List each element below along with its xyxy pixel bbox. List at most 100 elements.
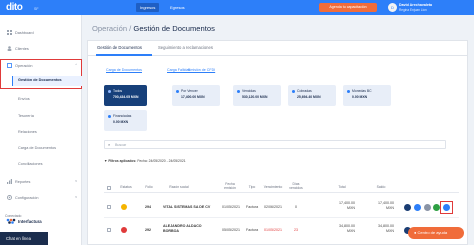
main-tabs: Gestión de Documentos Seguimiento a recl…: [88, 41, 468, 56]
search-input[interactable]: ⌕ Buscar: [104, 140, 446, 149]
row-checkbox[interactable]: [107, 228, 111, 232]
card-value: 530,120.00 MXN: [242, 95, 268, 99]
tab-ingresos[interactable]: Ingresos: [136, 3, 160, 12]
sidebar-item-gestion-documentos[interactable]: Gestión de Documentos: [18, 78, 62, 82]
alert-icon: [237, 90, 240, 93]
page-title: Gestión de Documentos: [133, 24, 215, 33]
payment-icon[interactable]: [433, 204, 440, 211]
help-center-button[interactable]: ● Centro de ayuda: [408, 227, 464, 239]
status-dot: [121, 204, 127, 210]
coin-icon: [347, 90, 350, 93]
breadcrumb-separator: /: [129, 24, 132, 33]
brand-logo-icon: [6, 218, 16, 224]
row-checkbox[interactable]: [107, 205, 111, 209]
sidebar-item-label: Dashboard: [15, 30, 34, 35]
document-icon[interactable]: [424, 204, 431, 211]
column-header-saldo[interactable]: Saldo: [373, 185, 389, 189]
cell-dias-vencidos: 0: [295, 205, 297, 209]
card-value: 25,694.40 MXN: [297, 95, 321, 99]
breadcrumb: Operación / Gestión de Documentos: [92, 24, 215, 33]
help-label: Centro de ayuda: [417, 230, 448, 235]
logo-sub: SF: [34, 7, 39, 11]
cell-vencimiento: 01/05/2021: [264, 228, 282, 232]
sidebar-item-tesoreria[interactable]: Tesorería: [18, 114, 34, 118]
cell-fecha-emision: 01/05/2021: [222, 205, 240, 209]
column-header-folio[interactable]: Folio: [142, 185, 156, 189]
active-tab-indicator: [96, 54, 152, 56]
sidebar-item-configuracion[interactable]: Configuración: [7, 195, 38, 200]
dashboard-icon: [7, 30, 12, 35]
cell-tipo: Factura: [246, 205, 259, 209]
sidebar-item-conciliaciones[interactable]: Conciliaciones: [18, 162, 42, 166]
cell-saldo: 17,400.00 MXN: [378, 201, 394, 210]
column-header-dias-vencidos[interactable]: Días vencidos: [287, 182, 305, 190]
column-header-razon-social[interactable]: Razón social: [162, 185, 196, 189]
card-label: Cobradas: [297, 89, 312, 93]
logo: dito: [6, 2, 23, 13]
sidebar-item-label: Reportes: [15, 179, 31, 184]
column-header-estatus[interactable]: Estatus: [116, 185, 136, 189]
cell-total: 17,400.00 MXN: [339, 201, 355, 210]
column-header-vencimiento[interactable]: Vencimiento: [260, 185, 286, 189]
cell-saldo: 34,800.00 MXN: [378, 224, 394, 233]
tab-gestion-documentos[interactable]: Gestión de Documentos: [97, 45, 142, 50]
status-dot: [121, 227, 127, 233]
cell-fecha-emision: 05/05/2021: [222, 228, 240, 232]
cell-vencimiento: 02/06/2021: [264, 205, 282, 209]
sidebar-item-envios[interactable]: Envíos: [18, 97, 30, 101]
chat-online-button[interactable]: Chat en línea: [0, 232, 48, 245]
column-header-fecha-emision[interactable]: Fecha emisión: [222, 182, 238, 190]
user-name[interactable]: David Arechavaleta: [399, 3, 432, 7]
send-icon[interactable]: [414, 204, 421, 211]
check-icon: [292, 90, 295, 93]
sidebar-item-carga-documentos[interactable]: Carga de Documentos: [18, 146, 56, 150]
sidebar-item-operacion[interactable]: Operación: [7, 63, 33, 68]
link-carga-documentos[interactable]: Carga de Documentos: [106, 68, 142, 72]
summary-card-financiadas[interactable]: Financiadas 0.00 MXN: [104, 110, 147, 131]
download-icon[interactable]: [404, 204, 411, 211]
column-header-tipo[interactable]: Tipo: [246, 185, 258, 189]
link-emision-cfdi[interactable]: Emisión de CFDI: [188, 68, 215, 72]
sidebar-item-relaciones[interactable]: Relaciones: [18, 130, 37, 134]
tab-egresos[interactable]: Egresos: [166, 3, 189, 12]
tab-seguimiento-reclamaciones[interactable]: Seguimiento a reclamaciones: [158, 45, 213, 50]
search-icon: ⌕: [108, 142, 111, 147]
column-header-total[interactable]: Total: [334, 185, 350, 189]
card-value: 0.00 MXN: [352, 95, 368, 99]
sidebar-item-label: Configuración: [15, 195, 39, 200]
main-panel: Gestión de Documentos Seguimiento a recl…: [87, 40, 468, 245]
breadcrumb-section[interactable]: Operación: [92, 24, 127, 33]
summary-card-por-vencer[interactable]: Por Vencer 17,400.00 MXN: [172, 85, 220, 106]
card-value: 17,400.00 MXN: [181, 95, 205, 99]
sidebar-item-label: Clientes: [15, 46, 29, 51]
cell-razon-social: ALEJANDRO ALDACO BORBOA: [163, 224, 202, 233]
summary-card-todos[interactable]: Todos 700,434.05 MXN: [104, 85, 147, 106]
select-all-checkbox[interactable]: [107, 186, 111, 190]
link-carga-fallidas[interactable]: Carga Fallidas: [167, 68, 190, 72]
list-icon: [108, 90, 111, 93]
card-label: Vencidas: [242, 89, 256, 93]
money-icon: [108, 115, 111, 118]
operation-icon: [7, 63, 12, 68]
summary-card-cobradas[interactable]: Cobradas 25,694.40 MXN: [288, 85, 336, 106]
card-label: Monedas BC: [352, 89, 372, 93]
sidebar-item-clientes[interactable]: Clientes: [7, 46, 29, 51]
sidebar: Dashboard Clientes Operación ^ Gestión d…: [0, 15, 82, 245]
chevron-down-icon: v: [75, 179, 77, 183]
avatar[interactable]: D: [388, 3, 397, 12]
table-header-divider: [104, 192, 459, 193]
summary-card-vencidas[interactable]: Vencidas 530,120.00 MXN: [233, 85, 281, 106]
sidebar-item-reportes[interactable]: Reportes: [7, 179, 30, 184]
sidebar-item-label: Operación: [15, 63, 33, 68]
sidebar-item-dashboard[interactable]: Dashboard: [7, 30, 34, 35]
top-bar: dito SF Ingresos Egresos Agenda tu capac…: [0, 0, 474, 15]
chevron-up-icon: ^: [75, 63, 77, 67]
row-divider: [104, 217, 459, 218]
user-company: Regina Enjuan Lion: [399, 8, 427, 12]
card-value: 0.00 MXN: [113, 120, 129, 124]
brand-name: Interfactura: [18, 219, 42, 224]
summary-card-monedas-bc[interactable]: Monedas BC 0.00 MXN: [343, 85, 391, 106]
schedule-training-button[interactable]: Agenda tu capacitación: [319, 3, 377, 12]
cell-dias-vencidos: 23: [294, 228, 298, 232]
filter-summary: ▼ Filtros aplicados: Fecha: 24/05/2020 -…: [104, 159, 186, 163]
